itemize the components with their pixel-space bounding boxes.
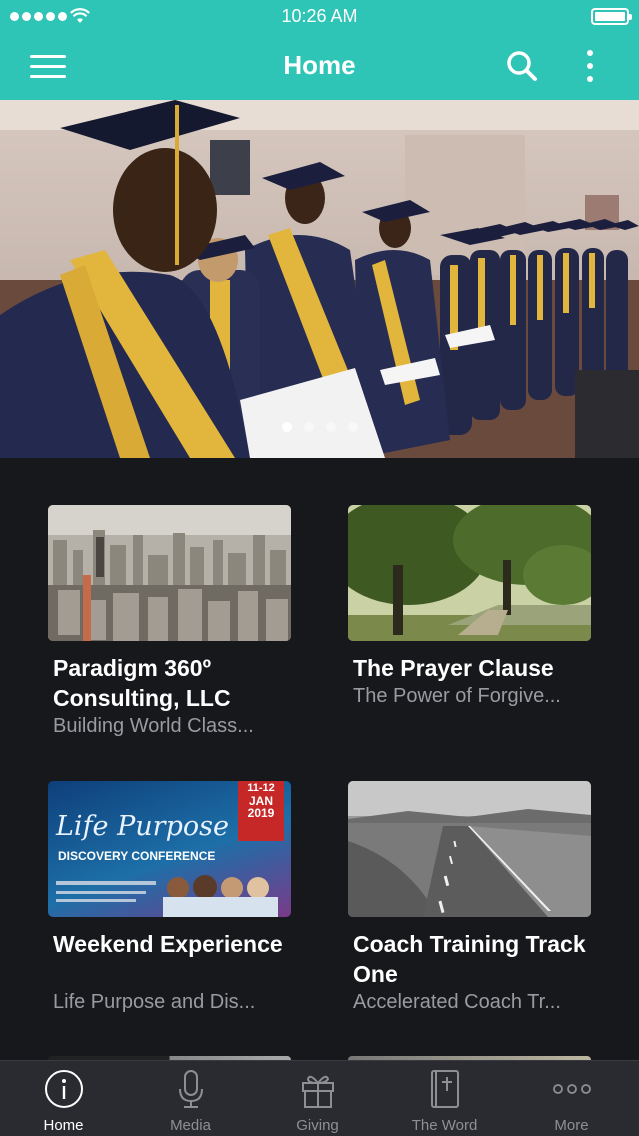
battery-icon: [591, 8, 632, 25]
content-card[interactable]: Paradigm 360º Consulting, LLC Building W…: [48, 505, 291, 745]
more-options-icon[interactable]: [580, 48, 600, 84]
card-image-conference-poster: 11-12 JAN 2019 Life Purpose DISCOVERY CO…: [48, 781, 291, 917]
carousel-dot[interactable]: [347, 422, 358, 432]
carousel-pagination: [0, 422, 639, 432]
carousel-dot[interactable]: [325, 422, 336, 432]
navigation-bar: Home: [0, 34, 639, 100]
tab-media[interactable]: Media: [127, 1061, 254, 1136]
status-time: 10:26 AM: [281, 6, 358, 26]
hero-image: [0, 100, 639, 458]
card-image-road: [348, 781, 591, 917]
tab-label: Giving: [296, 1117, 339, 1134]
more-dots-icon: [553, 1084, 591, 1094]
bottom-tab-bar: Home Media Giving The Word More: [0, 1060, 639, 1136]
microphone-icon: [179, 1070, 203, 1108]
search-icon[interactable]: [506, 50, 538, 82]
card-image-cityscape: [48, 505, 291, 641]
tab-label: Home: [43, 1117, 84, 1134]
card-title: The Prayer Clause: [353, 655, 554, 681]
card-title: Paradigm 360º Consulting, LLC: [53, 655, 231, 711]
card-title: Coach Training Track One: [353, 931, 586, 987]
tab-the-word[interactable]: The Word: [381, 1061, 508, 1136]
tab-giving[interactable]: Giving: [254, 1061, 381, 1136]
page-title: Home: [283, 50, 356, 80]
card-subtitle: Accelerated Coach Tr...: [353, 991, 561, 1013]
poster-subheading: DISCOVERY CONFERENCE: [58, 849, 216, 863]
gift-icon: [302, 1075, 334, 1108]
carousel-dot[interactable]: [303, 422, 314, 432]
tab-home[interactable]: Home: [0, 1061, 127, 1136]
card-subtitle: The Power of Forgive...: [353, 685, 561, 707]
poster-heading: Life Purpose: [56, 811, 229, 842]
tab-label: More: [554, 1117, 589, 1134]
card-image-trees: [348, 505, 591, 641]
status-bar: 10:26 AM: [0, 0, 639, 34]
app-header: 10:26 AM Home: [0, 0, 639, 100]
poster-year: 2019: [247, 806, 275, 821]
card-subtitle: Building World Class...: [53, 715, 254, 737]
content-card[interactable]: Coach Training Track One Accelerated Coa…: [348, 781, 591, 1021]
content-card[interactable]: The Prayer Clause The Power of Forgive..…: [348, 505, 591, 715]
info-icon: [45, 1070, 83, 1108]
poster-date-range: 11-12: [247, 782, 275, 794]
bible-icon: [431, 1070, 459, 1108]
carousel-dot[interactable]: [281, 422, 292, 432]
tab-label: The Word: [411, 1117, 478, 1134]
poster-speakers: [163, 873, 278, 917]
tab-more[interactable]: More: [508, 1061, 635, 1136]
card-title: Weekend Experience: [53, 931, 283, 957]
tab-label: Media: [170, 1117, 211, 1134]
hero-carousel[interactable]: [0, 100, 639, 458]
content-card[interactable]: 11-12 JAN 2019 Life Purpose DISCOVERY CO…: [48, 781, 291, 1021]
card-subtitle: Life Purpose and Dis...: [53, 991, 256, 1013]
